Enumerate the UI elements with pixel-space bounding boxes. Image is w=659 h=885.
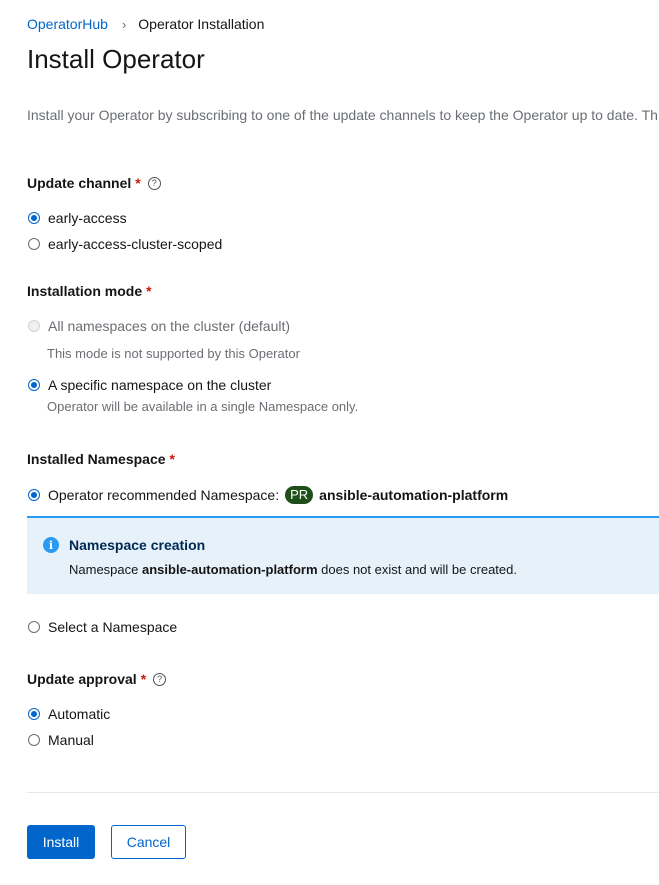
update-channel-label: Update channel * ? bbox=[27, 175, 161, 191]
radio-button[interactable] bbox=[28, 708, 40, 720]
radio-label: Operator recommended Namespace: bbox=[48, 487, 280, 503]
radio-description: Operator will be available in a single N… bbox=[47, 399, 359, 414]
radio-option-manual[interactable]: Manual bbox=[28, 732, 94, 748]
radio-label: early-access-cluster-scoped bbox=[48, 236, 223, 252]
installation-mode-label-text: Installation mode bbox=[27, 283, 143, 299]
namespace-creation-alert: i Namespace creation Namespace ansible-a… bbox=[27, 516, 659, 594]
update-channel-label-text: Update channel bbox=[27, 175, 132, 191]
radio-label: Manual bbox=[48, 732, 94, 748]
radio-button[interactable] bbox=[28, 489, 40, 501]
radio-option-early-access-cluster-scoped[interactable]: early-access-cluster-scoped bbox=[28, 236, 222, 252]
radio-button[interactable] bbox=[28, 379, 40, 391]
radio-label: A specific namespace on the cluster bbox=[48, 377, 272, 393]
installed-namespace-label-text: Installed Namespace bbox=[27, 451, 166, 467]
radio-label: Select a Namespace bbox=[48, 619, 178, 635]
install-button[interactable]: Install bbox=[27, 825, 95, 859]
cancel-button[interactable]: Cancel bbox=[111, 825, 186, 859]
update-approval-label: Update approval * ? bbox=[27, 671, 167, 687]
breadcrumb: OperatorHub › Operator Installation bbox=[27, 16, 264, 32]
help-icon[interactable]: ? bbox=[147, 176, 161, 190]
radio-button[interactable] bbox=[28, 238, 40, 250]
radio-button[interactable] bbox=[28, 212, 40, 224]
alert-body-namespace: ansible-automation-platform bbox=[142, 562, 318, 577]
radio-option-all-namespaces: All namespaces on the cluster (default) bbox=[28, 318, 290, 334]
radio-button[interactable] bbox=[28, 734, 40, 746]
recommended-namespace-name: ansible-automation-platform bbox=[319, 487, 509, 503]
radio-option-automatic[interactable]: Automatic bbox=[28, 706, 110, 722]
alert-body-prefix: Namespace bbox=[69, 562, 139, 577]
radio-option-early-access[interactable]: early-access bbox=[28, 210, 127, 226]
radio-label: All namespaces on the cluster (default) bbox=[48, 318, 291, 334]
radio-description: This mode is not supported by this Opera… bbox=[47, 346, 300, 361]
alert-body: Namespace ansible-automation-platform do… bbox=[69, 562, 517, 577]
page-description: Install your Operator by subscribing to … bbox=[27, 107, 658, 123]
radio-button bbox=[28, 320, 40, 332]
required-indicator: * bbox=[140, 671, 147, 687]
radio-label: Automatic bbox=[48, 706, 111, 722]
divider bbox=[27, 792, 659, 793]
chevron-right-icon: › bbox=[121, 16, 127, 32]
project-badge: PR bbox=[285, 486, 314, 504]
alert-body-suffix: does not exist and will be created. bbox=[321, 562, 517, 577]
info-circle-icon: i bbox=[43, 537, 59, 553]
radio-label: early-access bbox=[48, 210, 127, 226]
radio-button[interactable] bbox=[28, 621, 40, 633]
required-indicator: * bbox=[135, 175, 141, 191]
required-indicator: * bbox=[146, 283, 152, 299]
breadcrumb-link-operatorhub[interactable]: OperatorHub bbox=[27, 16, 108, 32]
breadcrumb-current: Operator Installation bbox=[138, 16, 265, 32]
page-title: Install Operator bbox=[27, 44, 205, 74]
radio-option-recommended-namespace[interactable]: Operator recommended Namespace: PR ansib… bbox=[28, 486, 508, 504]
help-icon[interactable]: ? bbox=[153, 672, 167, 686]
radio-option-specific-namespace[interactable]: A specific namespace on the cluster bbox=[28, 377, 271, 393]
radio-option-select-namespace[interactable]: Select a Namespace bbox=[28, 619, 177, 635]
alert-title: Namespace creation bbox=[69, 537, 206, 553]
update-approval-label-text: Update approval bbox=[27, 671, 137, 687]
installed-namespace-label: Installed Namespace * bbox=[27, 451, 175, 467]
required-indicator: * bbox=[169, 451, 175, 467]
installation-mode-label: Installation mode * bbox=[27, 283, 152, 299]
